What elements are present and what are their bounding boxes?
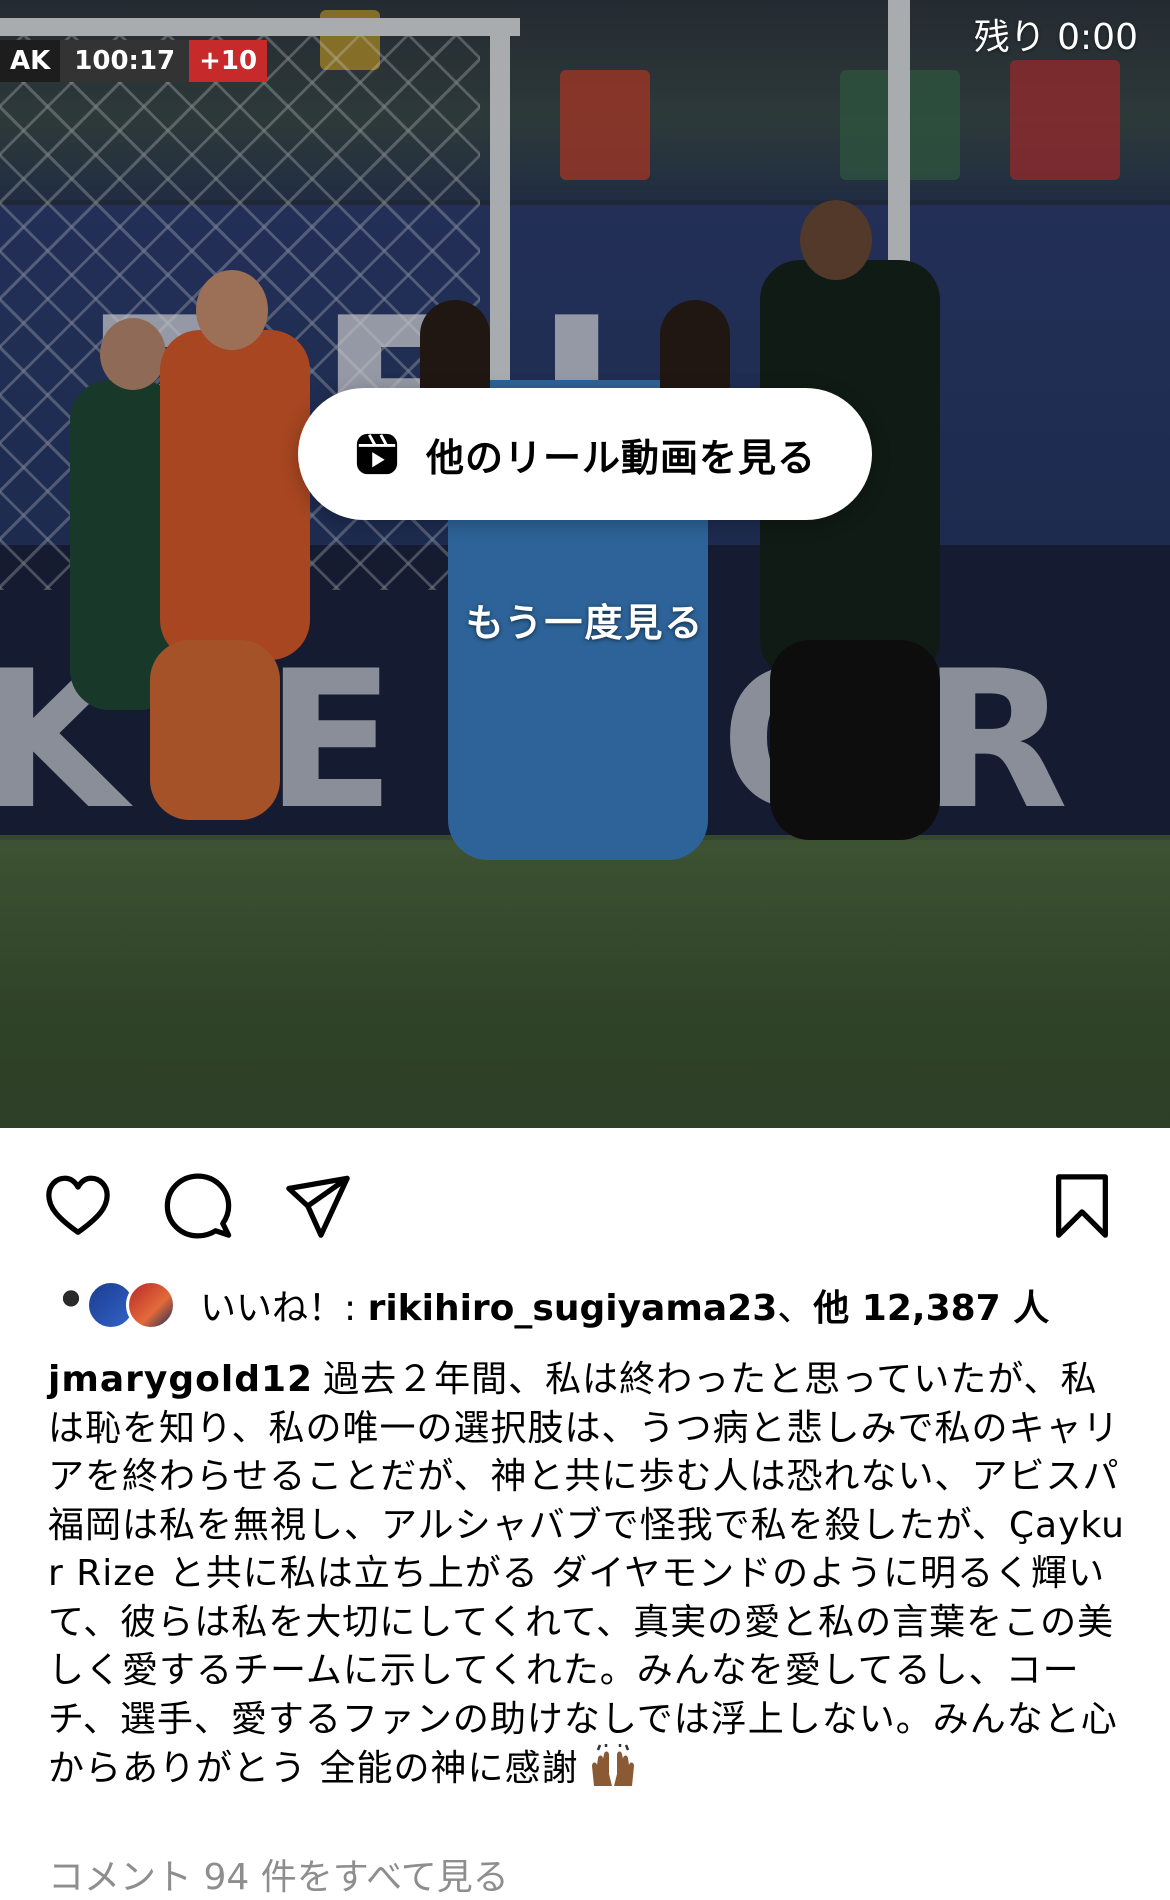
liker-username[interactable]: rikihiro_sugiyama23 [368,1288,778,1329]
more-reels-button[interactable]: 他のリール動画を見る [298,388,872,520]
reels-icon [356,433,398,475]
reel-video[interactable]: ZEL K'E POR B AK 100:17 +10 残り 0:00 他のリー… [0,0,1170,1128]
bookmark-icon [1056,1174,1108,1238]
raised-hands-icon [592,1744,635,1786]
heart-icon [46,1175,110,1235]
share-button[interactable] [282,1170,354,1242]
more-reels-label: 他のリール動画を見る [425,435,816,480]
likes-row[interactable]: いいね！: rikihiro_sugiyama23、他 12,387 人 [46,1280,1049,1330]
comment-icon [164,1173,232,1239]
likes-text: いいね！: rikihiro_sugiyama23、他 12,387 人 [200,1279,1049,1331]
likes-separator: 、 [777,1288,814,1329]
like-button[interactable] [42,1170,114,1242]
avatar [126,1280,176,1330]
liker-avatars [46,1280,182,1330]
post-caption: jmarygold12 過去２年間、私は終わったと思っていたが、私は恥を知り、私の… [48,1356,1128,1794]
save-button[interactable] [1046,1170,1118,1242]
scoreboard-team: AK [0,40,61,82]
action-bar [0,1170,1170,1242]
scoreboard: AK 100:17 +10 [0,40,268,82]
likes-others[interactable]: 他 12,387 人 [813,1288,1049,1329]
scoreboard-added-time: +10 [189,40,268,82]
time-remaining: 残り 0:00 [973,17,1138,58]
share-icon [286,1175,350,1238]
replay-button[interactable]: もう一度見る [0,592,1170,647]
scoreboard-clock: 100:17 [60,40,190,82]
likes-prefix: いいね！: [200,1288,368,1329]
comment-button[interactable] [162,1170,234,1242]
caption-text: 過去２年間、私は終わったと思っていたが、私は恥を知り、私の唯一の選択肢は、うつ病… [48,1359,1125,1789]
video-overlay [0,0,1170,1128]
view-comments-link[interactable]: コメント 94 件をすべて見る [48,1848,509,1900]
caption-username[interactable]: jmarygold12 [48,1359,313,1400]
